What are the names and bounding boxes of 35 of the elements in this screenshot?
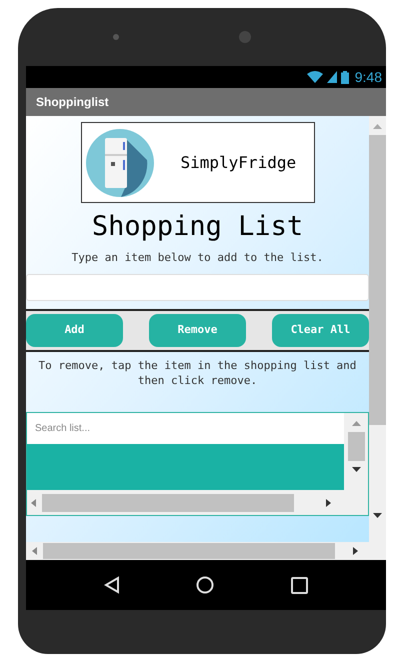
horizontal-scrollbar[interactable] bbox=[27, 490, 344, 515]
wifi-icon bbox=[306, 71, 323, 83]
left-arrow-icon[interactable] bbox=[32, 547, 37, 555]
action-button[interactable]: Remove bbox=[149, 314, 246, 347]
vertical-scrollbar[interactable] bbox=[369, 116, 386, 560]
logo-text: SimplyFridge bbox=[180, 152, 296, 174]
home-icon[interactable] bbox=[196, 576, 214, 594]
camera-icon bbox=[239, 31, 251, 43]
right-arrow-icon[interactable] bbox=[326, 498, 331, 506]
refrigerator-logo-icon bbox=[84, 128, 154, 198]
item-input-field[interactable] bbox=[26, 274, 369, 301]
action-button[interactable]: Clear All bbox=[272, 314, 369, 347]
action-button[interactable]: Add bbox=[26, 314, 123, 347]
back-icon[interactable] bbox=[104, 576, 120, 594]
up-arrow-icon[interactable] bbox=[373, 124, 382, 129]
search-field[interactable]: Search list... bbox=[27, 413, 344, 444]
scrollbar-thumb[interactable] bbox=[348, 432, 364, 461]
up-arrow-icon[interactable] bbox=[352, 421, 360, 426]
vertical-scrollbar[interactable] bbox=[344, 413, 368, 515]
battery-icon bbox=[340, 70, 349, 84]
app-title: Shoppinglist bbox=[36, 94, 109, 111]
hint-text: To remove, tap the item in the shopping list and then click remove. bbox=[38, 358, 358, 388]
horizontal-scrollbar[interactable] bbox=[26, 542, 369, 560]
clock-time: 9:48 bbox=[354, 68, 382, 86]
right-arrow-icon[interactable] bbox=[353, 547, 358, 555]
recents-icon[interactable] bbox=[290, 576, 308, 594]
scrollbar-thumb[interactable] bbox=[42, 494, 294, 512]
down-arrow-icon[interactable] bbox=[352, 467, 360, 472]
signal-icon bbox=[326, 71, 337, 83]
scrollbar-thumb[interactable] bbox=[369, 135, 386, 425]
down-arrow-icon[interactable] bbox=[373, 513, 382, 518]
instruction-text: Type an item below to add to the list. bbox=[72, 250, 324, 266]
scrollbar-thumb[interactable] bbox=[43, 543, 335, 559]
page-heading: Shopping List bbox=[92, 210, 304, 244]
left-arrow-icon[interactable] bbox=[31, 498, 36, 506]
